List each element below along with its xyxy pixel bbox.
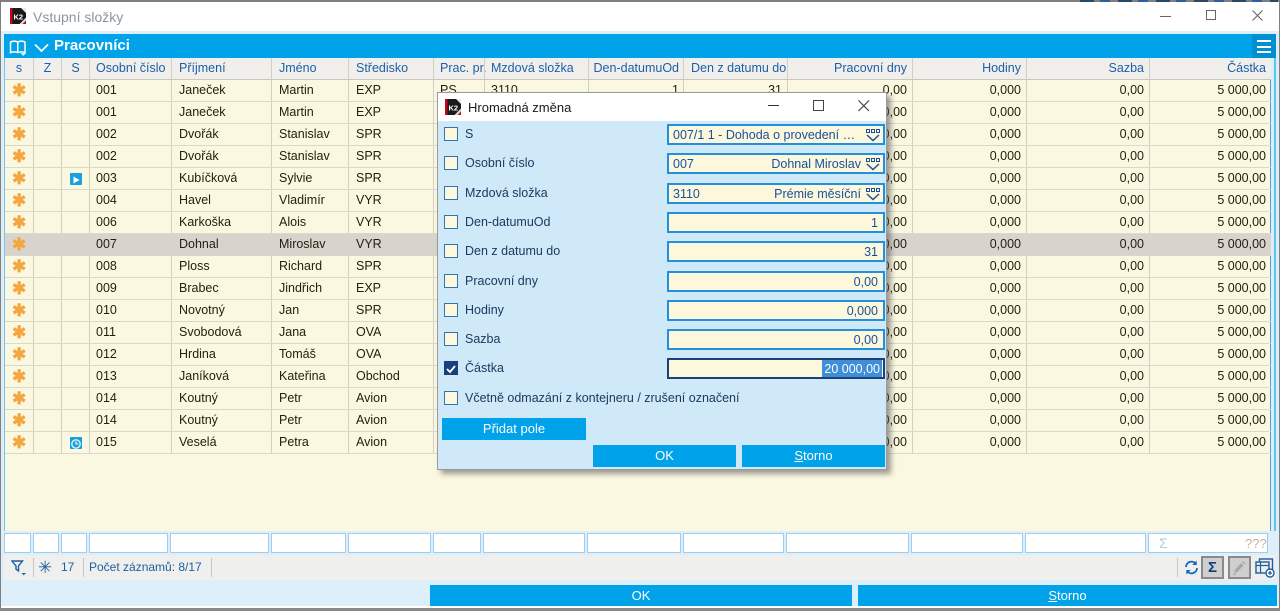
svg-text:K2: K2 [14, 13, 24, 22]
svg-text:K2: K2 [449, 104, 459, 113]
